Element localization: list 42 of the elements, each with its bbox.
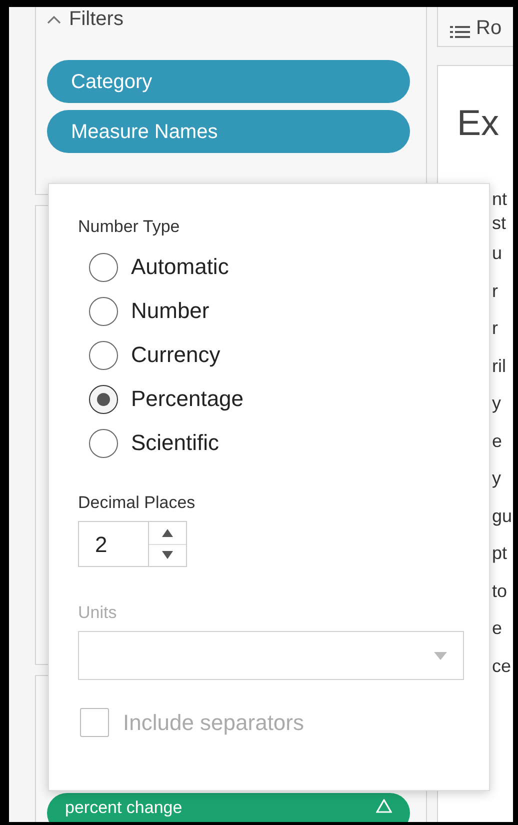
table-cell-text: ril [492,354,506,378]
table-cell-text: to [492,580,508,603]
checkbox-label: Include separators [123,712,304,734]
table-cell-text: r [492,317,498,340]
dropdown-caret-icon [434,652,447,660]
filter-pill[interactable]: Measure Names [47,110,410,153]
decimal-spinner[interactable]: 2 [78,521,187,567]
radio-button[interactable] [89,384,118,414]
table-cell-text: e [492,617,502,640]
table-cell-text: y [492,392,501,416]
table-cell-text: pt [492,542,508,566]
radio-button[interactable] [89,252,118,282]
list-icon [450,26,470,38]
table-cell-text: u [492,242,502,266]
radio-label: Scientific [131,432,220,454]
shelf-title: Ro [476,18,502,38]
radio-label: Currency [131,344,220,366]
radio-button[interactable] [89,340,118,370]
table-cell-text: r [492,280,498,303]
triangle-icon [376,799,392,813]
sheet-title: Ex [457,105,500,141]
collapse-icon[interactable] [47,14,61,24]
filter-pill[interactable]: Category [47,60,410,103]
column-header: nt [492,188,508,210]
measure-pill[interactable]: percent change [47,793,410,822]
radio-label: Automatic [131,256,229,278]
radio-button[interactable] [89,428,118,458]
radio-label: Number [131,300,210,322]
section-label: Units [78,604,118,621]
table-cell-text: gu [492,504,512,528]
increment-icon[interactable] [162,528,173,537]
table-cell-text: ce [492,654,512,678]
radio-label: Percentage [131,388,244,410]
decrement-icon[interactable] [162,551,173,560]
rows-shelf[interactable]: Ro [437,7,513,47]
radio-button[interactable] [89,296,118,326]
table-cell-text: y [492,467,501,490]
section-label: Number Type [78,218,181,235]
column-header: st [492,212,506,234]
section-label: Decimal Places [78,494,196,511]
shelf-title: Filters [69,9,124,29]
table-cell-text: e [492,430,502,453]
